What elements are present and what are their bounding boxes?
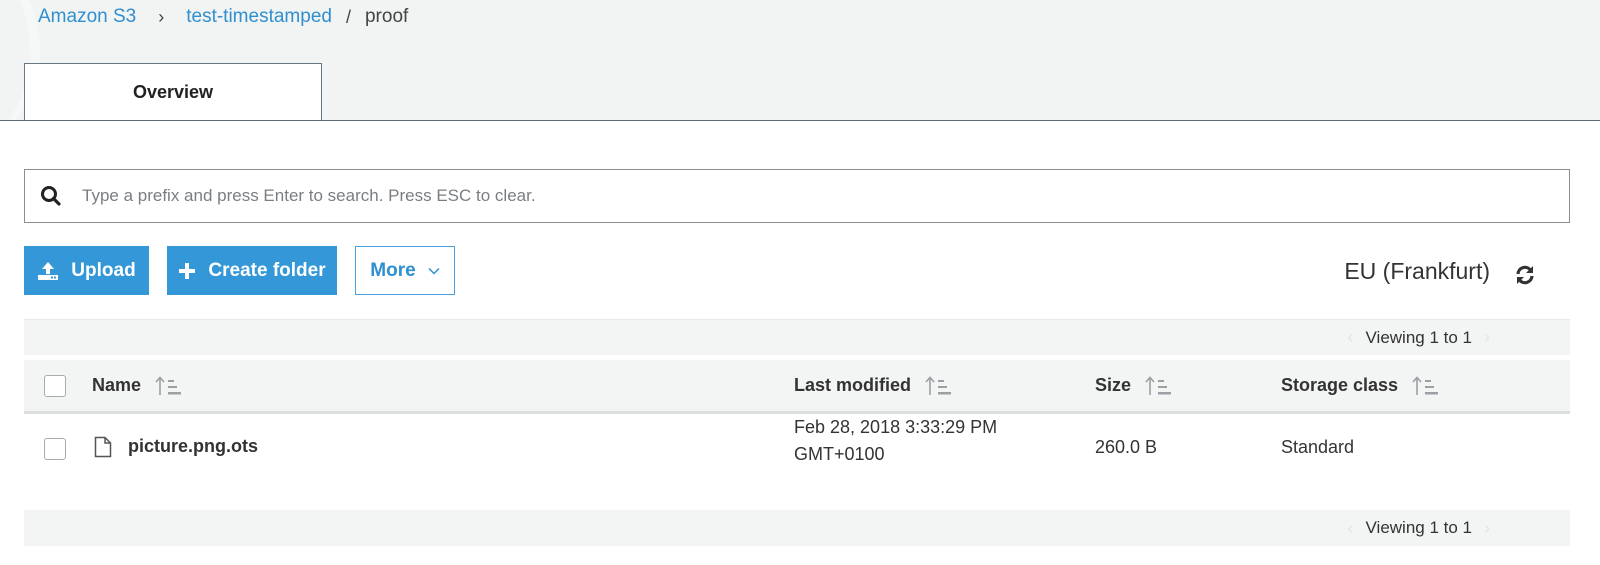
prev-page-button[interactable]: ‹ bbox=[1348, 327, 1354, 348]
column-last-modified-label: Last modified bbox=[794, 375, 912, 395]
breadcrumb-amazon-s3[interactable]: Amazon S3 bbox=[38, 6, 136, 28]
upload-icon bbox=[37, 261, 59, 281]
last-modified-cell: Feb 28, 2018 3:33:29 PM GMT+0100 bbox=[794, 414, 997, 468]
refresh-icon[interactable] bbox=[1514, 264, 1536, 286]
last-modified-timezone: GMT+0100 bbox=[794, 444, 885, 464]
table-header: Name Last modified Size Storage class bbox=[24, 360, 1570, 414]
plus-icon bbox=[178, 262, 196, 280]
next-page-button[interactable]: › bbox=[1484, 327, 1490, 348]
pagination-top: ‹ Viewing 1 to 1 › bbox=[24, 319, 1570, 355]
select-all-checkbox[interactable] bbox=[44, 375, 66, 397]
breadcrumb: Amazon S3 › test-timestamped / proof bbox=[38, 5, 408, 29]
upload-label: Upload bbox=[71, 259, 136, 281]
column-header-size[interactable]: Size bbox=[1095, 360, 1173, 411]
search-icon bbox=[40, 185, 62, 207]
breadcrumb-current-folder: proof bbox=[364, 6, 409, 27]
size-cell: 260.0 B bbox=[1095, 437, 1158, 457]
pagination-bottom: ‹ Viewing 1 to 1 › bbox=[24, 510, 1570, 546]
pagination-label: Viewing 1 to 1 bbox=[1365, 327, 1472, 347]
create-folder-button[interactable]: Create folder bbox=[167, 246, 337, 295]
chevron-down-icon bbox=[428, 267, 440, 275]
storage-class-cell: Standard bbox=[1281, 437, 1355, 457]
breadcrumb-chevron-separator: › bbox=[158, 6, 165, 27]
sort-ascending-icon[interactable] bbox=[155, 375, 183, 397]
column-name-label: Name bbox=[92, 375, 142, 395]
create-folder-label: Create folder bbox=[208, 259, 326, 281]
next-page-button[interactable]: › bbox=[1484, 518, 1490, 539]
file-icon bbox=[94, 436, 112, 463]
more-label: More bbox=[370, 259, 416, 281]
sort-ascending-icon[interactable] bbox=[925, 375, 953, 397]
breadcrumb-slash-separator: / bbox=[345, 6, 351, 27]
column-header-storage-class[interactable]: Storage class bbox=[1281, 360, 1440, 411]
pagination-label: Viewing 1 to 1 bbox=[1365, 518, 1472, 537]
header-area: Amazon S3 › test-timestamped / proof Ove… bbox=[0, 0, 1600, 121]
tab-divider bbox=[0, 120, 1600, 121]
sort-ascending-icon[interactable] bbox=[1412, 375, 1440, 397]
table-row[interactable]: picture.png.ots Feb 28, 2018 3:33:29 PM … bbox=[24, 414, 1570, 484]
more-dropdown-button[interactable]: More bbox=[355, 246, 455, 295]
search-input[interactable] bbox=[82, 186, 1569, 206]
column-size-label: Size bbox=[1095, 375, 1132, 395]
breadcrumb-bucket[interactable]: test-timestamped bbox=[186, 6, 332, 28]
region-label: EU (Frankfurt) bbox=[1344, 258, 1490, 284]
last-modified-date: Feb 28, 2018 3:33:29 PM bbox=[794, 417, 998, 437]
tab-overview[interactable]: Overview bbox=[24, 63, 322, 121]
column-header-last-modified[interactable]: Last modified bbox=[794, 360, 953, 411]
row-checkbox[interactable] bbox=[44, 438, 66, 460]
prev-page-button[interactable]: ‹ bbox=[1348, 518, 1354, 539]
sort-ascending-icon[interactable] bbox=[1145, 375, 1173, 397]
column-storage-class-label: Storage class bbox=[1281, 375, 1399, 395]
upload-button[interactable]: Upload bbox=[24, 246, 149, 295]
search-bar bbox=[24, 169, 1570, 223]
file-name-link[interactable]: picture.png.ots bbox=[128, 436, 258, 457]
column-header-name[interactable]: Name bbox=[92, 360, 183, 411]
